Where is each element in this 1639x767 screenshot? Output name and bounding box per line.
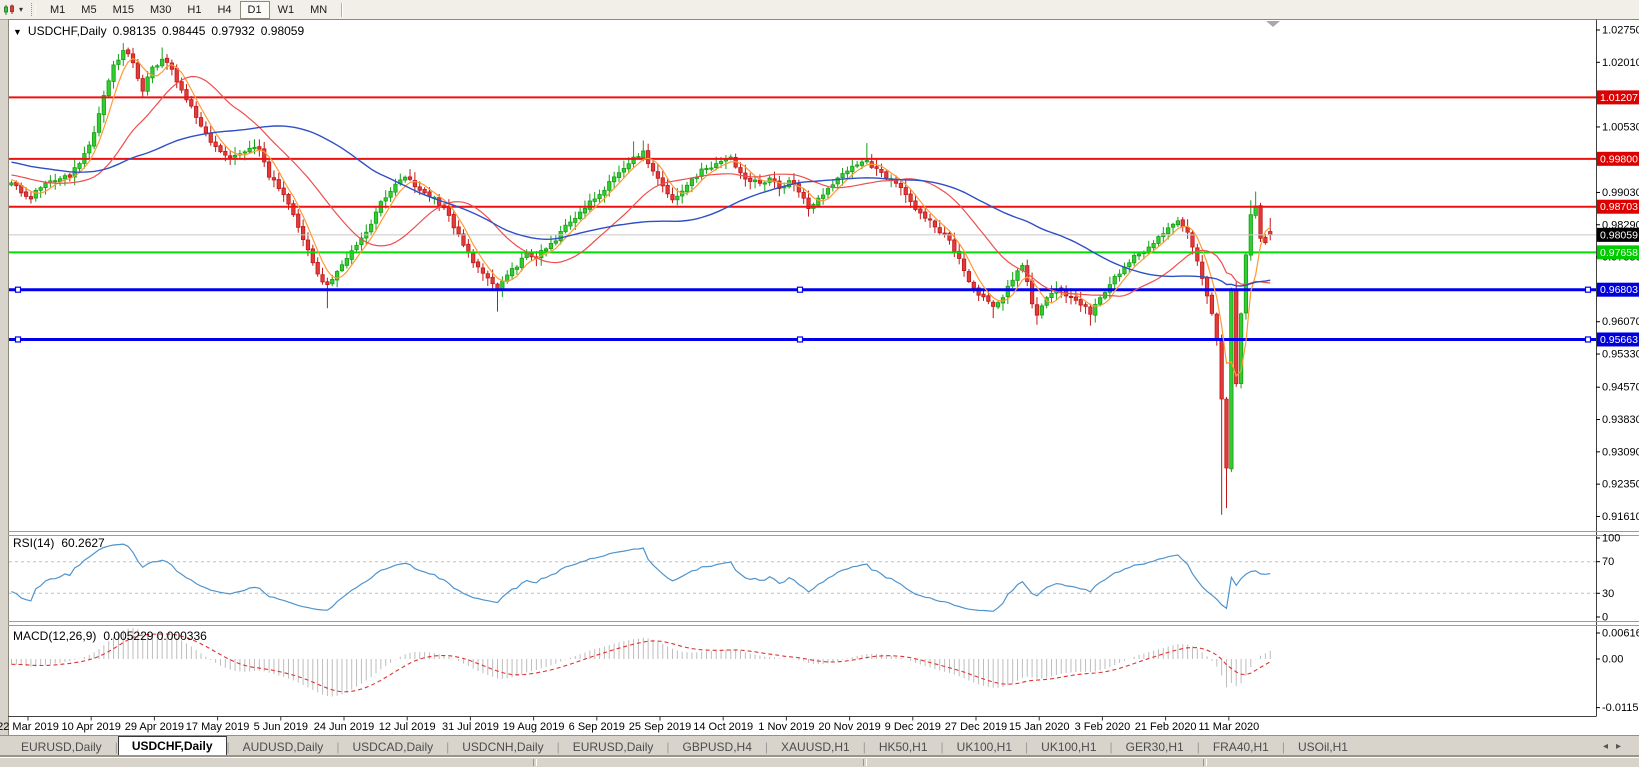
status-pane-divider	[1203, 759, 1207, 766]
price-axis[interactable]	[1597, 19, 1639, 716]
chart-tab-USOil-H1[interactable]: USOil,H1	[1285, 738, 1361, 756]
chart-tab-XAUUSD-H1[interactable]: XAUUSD,H1	[768, 738, 863, 756]
status-pane-divider	[863, 759, 867, 766]
chart-tab-USDCNH-Daily[interactable]: USDCNH,Daily	[449, 738, 556, 756]
tab-scroll-left-icon[interactable]: ◂	[1603, 741, 1616, 752]
chart-tab-FRA40-H1[interactable]: FRA40,H1	[1200, 738, 1282, 756]
candles-layer	[9, 43, 1596, 515]
chart-title: ▼ USDCHF,Daily 0.98135 0.98445 0.97932 0.9805…	[13, 24, 310, 38]
chart-tab-USDCHF-Daily[interactable]: USDCHF,Daily	[118, 736, 227, 757]
rsi-value: 60.2627	[61, 536, 104, 550]
chart-canvas[interactable]: 1.027501.020101.005300.990300.982900.975…	[0, 0, 1639, 766]
chart-tab-USDCAD-Daily[interactable]: USDCAD,Daily	[339, 738, 446, 756]
rsi-header: RSI(14) 60.2627	[13, 536, 112, 550]
rsi-line	[12, 544, 1271, 611]
time-axis[interactable]	[8, 717, 1596, 735]
ma-5-line	[12, 58, 1271, 376]
chart-tab-UK100-H1[interactable]: UK100,H1	[944, 738, 1025, 756]
chart-tab-HK50-H1[interactable]: HK50,H1	[866, 738, 941, 756]
ma-20-line	[12, 77, 1271, 297]
chart-tab-UK100-H1[interactable]: UK100,H1	[1028, 738, 1109, 756]
chart-tabs-bar: EURUSD,Daily|USDCHF,Daily|AUDUSD,Daily|U…	[0, 735, 1639, 757]
chart-tab-EURUSD-Daily[interactable]: EURUSD,Daily	[8, 738, 115, 756]
ohlc-open: 0.98135	[113, 24, 156, 38]
macd-name: MACD(12,26,9)	[13, 629, 96, 643]
chart-symbol-label: USDCHF,Daily	[28, 24, 107, 38]
chart-tab-GBPUSD-H4[interactable]: GBPUSD,H4	[670, 738, 765, 756]
rsi-layer	[9, 544, 1596, 611]
symbol-dropdown-icon[interactable]: ▼	[13, 27, 22, 37]
shift-marker-icon	[1266, 21, 1280, 27]
ohlc-high: 0.98445	[162, 24, 205, 38]
chart-tab-EURUSD-Daily[interactable]: EURUSD,Daily	[560, 738, 667, 756]
macd-header: MACD(12,26,9) 0.005229 0.000336	[13, 629, 214, 643]
chart-tab-AUDUSD-Daily[interactable]: AUDUSD,Daily	[230, 738, 337, 756]
ohlc-close: 0.98059	[261, 24, 304, 38]
macd-value: 0.005229 0.000336	[103, 629, 206, 643]
chart-tab-GER30-H1[interactable]: GER30,H1	[1113, 738, 1197, 756]
status-pane-divider	[533, 759, 537, 766]
ohlc-low: 0.97932	[211, 24, 254, 38]
tab-scroll-right-icon[interactable]: ▸	[1616, 741, 1629, 752]
rsi-name: RSI(14)	[13, 536, 54, 550]
